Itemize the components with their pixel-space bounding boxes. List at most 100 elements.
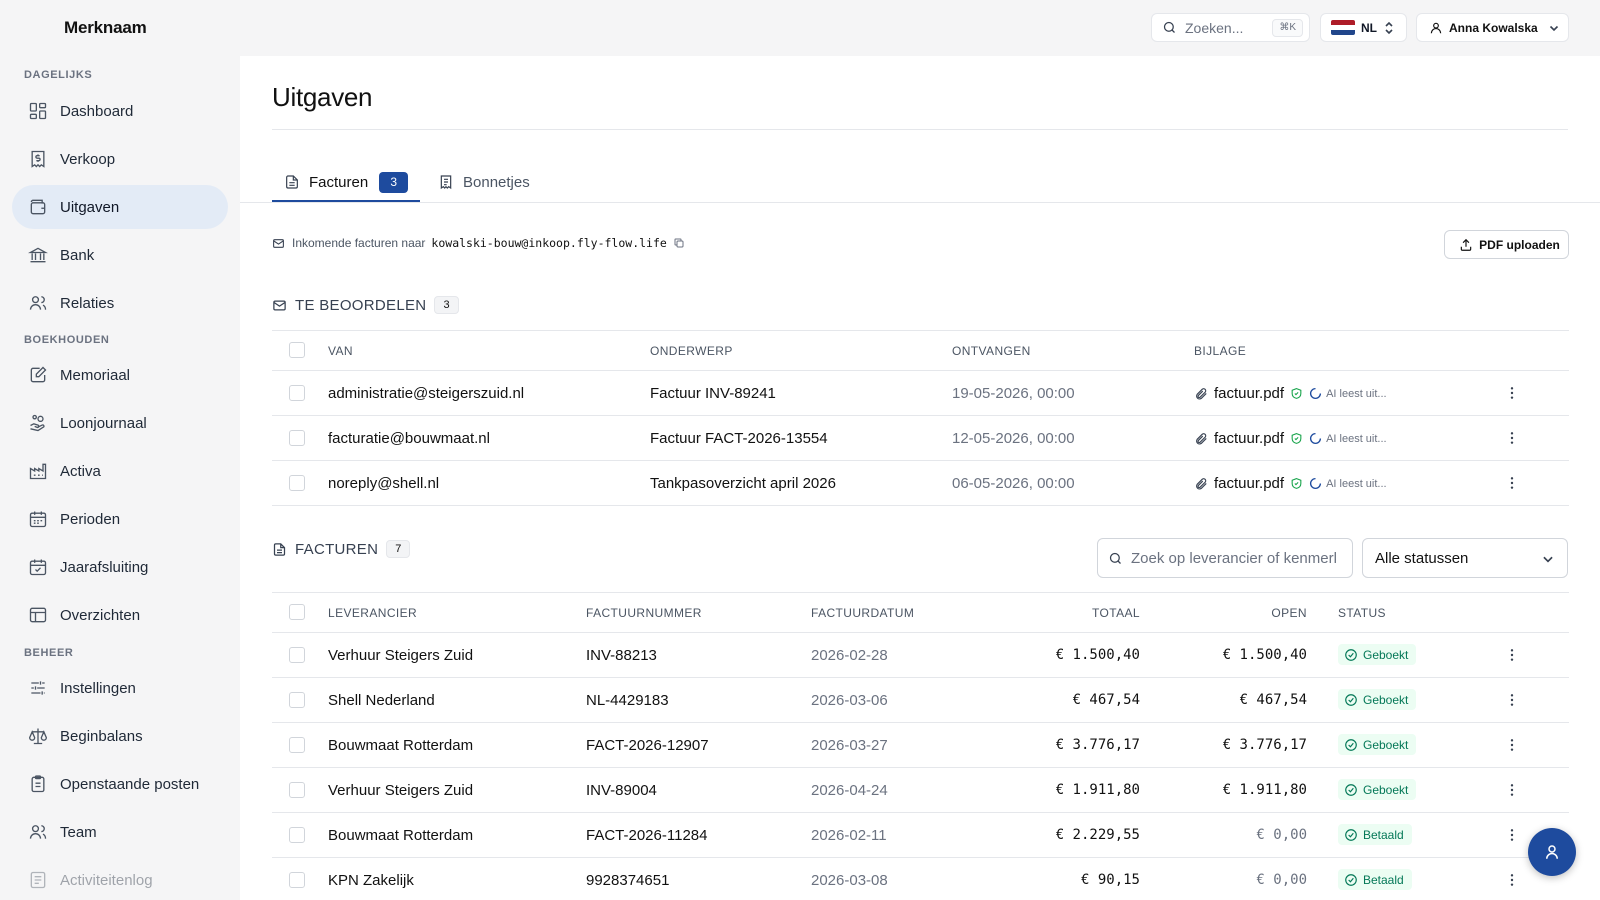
sidebar-item-relaties[interactable]: Relaties — [12, 281, 228, 325]
sidebar-item-label: Instellingen — [60, 679, 136, 697]
row-checkbox[interactable] — [289, 872, 305, 888]
status-label: Geboekt — [1363, 782, 1409, 797]
invoice-search[interactable] — [1097, 538, 1353, 578]
more-vertical-icon[interactable] — [1504, 475, 1520, 491]
table-row[interactable]: Shell Nederland NL-4429183 2026-03-06 € … — [272, 678, 1569, 723]
user-menu[interactable]: Anna Kowalska — [1416, 13, 1569, 42]
status-filter-select[interactable]: Alle statussen — [1362, 538, 1568, 578]
column-header: FACTUURNUMMER — [586, 606, 702, 620]
table-row[interactable]: administratie@steigerszuid.nl Factuur IN… — [272, 371, 1569, 416]
receipt-icon — [28, 149, 48, 169]
receipt-icon — [438, 174, 454, 190]
copy-icon[interactable] — [673, 237, 685, 249]
invoice-open: € 0,00 — [1256, 872, 1307, 888]
invoice-date: 2026-04-24 — [811, 782, 888, 799]
sidebar-item-verkoop[interactable]: Verkoop — [12, 137, 228, 181]
search-icon — [1162, 20, 1177, 35]
sidebar-item-bank[interactable]: Bank — [12, 233, 228, 277]
sidebar-item-team[interactable]: Team — [12, 810, 228, 854]
row-checkbox[interactable] — [289, 782, 305, 798]
sidebar-item-instellingen[interactable]: Instellingen — [12, 666, 228, 710]
more-vertical-icon[interactable] — [1504, 737, 1520, 753]
sidebar: Merknaam DAGELIJKS Dashboard Verkoop Uit… — [0, 0, 240, 900]
more-vertical-icon[interactable] — [1504, 647, 1520, 663]
review-section-title: TE BEOORDELEN — [295, 296, 427, 314]
status-badge: Betaald — [1338, 824, 1412, 845]
table-row[interactable]: noreply@shell.nl Tankpasoverzicht april … — [272, 461, 1569, 506]
attachment[interactable]: factuur.pdf AI leest uit... — [1194, 430, 1387, 447]
invoices-section-header: FACTUREN 7 — [272, 540, 411, 558]
team-icon — [28, 822, 48, 842]
sidebar-item-openstaande-posten[interactable]: Openstaande posten — [12, 762, 228, 806]
select-all-checkbox[interactable] — [289, 342, 305, 358]
sidebar-item-overzichten[interactable]: Overzichten — [12, 593, 228, 637]
table-row[interactable]: Verhuur Steigers Zuid INV-88213 2026-02-… — [272, 633, 1569, 678]
user-name: Anna Kowalska — [1449, 20, 1538, 35]
global-search[interactable]: Zoeken... ⌘K — [1151, 13, 1310, 42]
row-checkbox[interactable] — [289, 475, 305, 491]
tab-facturen[interactable]: Facturen 3 — [284, 162, 409, 202]
invoice-number: FACT-2026-11284 — [586, 827, 708, 844]
inbox-email: kowalski-bouw@inkoop.fly-flow.life — [431, 236, 667, 250]
row-checkbox[interactable] — [289, 430, 305, 446]
page-title: Uitgaven — [272, 82, 373, 112]
sidebar-item-uitgaven[interactable]: Uitgaven — [12, 185, 228, 229]
attachment[interactable]: factuur.pdf AI leest uit... — [1194, 475, 1387, 492]
divider — [272, 129, 1568, 130]
more-vertical-icon[interactable] — [1504, 782, 1520, 798]
check-circle-icon — [1344, 828, 1358, 842]
inbox-label: Inkomende facturen naar — [292, 236, 426, 250]
more-vertical-icon[interactable] — [1504, 385, 1520, 401]
review-section-header: TE BEOORDELEN 3 — [272, 296, 459, 314]
ai-status: AI leest uit... — [1326, 477, 1387, 490]
sidebar-item-activa[interactable]: Activa — [12, 449, 228, 493]
sidebar-item-jaarafsluiting[interactable]: Jaarafsluiting — [12, 545, 228, 589]
attachment[interactable]: factuur.pdf AI leest uit... — [1194, 385, 1387, 402]
paperclip-icon — [1194, 387, 1208, 401]
shield-check-icon — [1290, 477, 1303, 490]
more-vertical-icon[interactable] — [1504, 872, 1520, 888]
review-table: VAN ONDERWERP ONTVANGEN BIJLAGE administ… — [272, 330, 1569, 506]
pdf-upload-button[interactable]: PDF uploaden — [1444, 230, 1569, 259]
sidebar-item-label: Jaarafsluiting — [60, 558, 149, 576]
table-row[interactable]: KPN Zakelijk 9928374651 2026-03-08 € 90,… — [272, 858, 1569, 900]
invoice-open: € 467,54 — [1239, 692, 1307, 708]
row-checkbox[interactable] — [289, 737, 305, 753]
sidebar-item-dashboard[interactable]: Dashboard — [12, 89, 228, 133]
sidebar-item-activiteitenlog[interactable]: Activiteitenlog — [12, 858, 228, 900]
pdf-upload-label: PDF uploaden — [1479, 237, 1560, 252]
table-row[interactable]: facturatie@bouwmaat.nl Factuur FACT-2026… — [272, 416, 1569, 461]
global-search-placeholder: Zoeken... — [1185, 19, 1244, 36]
invoice-open: € 1.911,80 — [1222, 782, 1307, 798]
column-header: VAN — [328, 344, 353, 358]
row-checkbox[interactable] — [289, 647, 305, 663]
sidebar-item-beginbalans[interactable]: Beginbalans — [12, 714, 228, 758]
hand-coins-icon — [28, 413, 48, 433]
sidebar-item-perioden[interactable]: Perioden — [12, 497, 228, 541]
table-row[interactable]: Bouwmaat Rotterdam FACT-2026-12907 2026-… — [272, 723, 1569, 768]
brand-name: Merknaam — [64, 18, 147, 37]
select-all-checkbox[interactable] — [289, 604, 305, 620]
tab-bonnetjes[interactable]: Bonnetjes — [438, 162, 530, 202]
mail-icon — [272, 237, 285, 250]
support-chat-button[interactable] — [1528, 828, 1576, 876]
sliders-icon — [28, 678, 48, 698]
main-content: Uitgaven Facturen 3 Bonnetjes Inkomende … — [240, 56, 1600, 900]
invoice-total: € 3.776,17 — [1055, 737, 1140, 753]
row-checkbox[interactable] — [289, 827, 305, 843]
sidebar-item-loonjournaal[interactable]: Loonjournaal — [12, 401, 228, 445]
table-row[interactable]: Bouwmaat Rotterdam FACT-2026-11284 2026-… — [272, 813, 1569, 858]
row-checkbox[interactable] — [289, 692, 305, 708]
more-vertical-icon[interactable] — [1504, 430, 1520, 446]
invoice-number: INV-89004 — [586, 782, 657, 799]
more-vertical-icon[interactable] — [1504, 827, 1520, 843]
table-row[interactable]: Verhuur Steigers Zuid INV-89004 2026-04-… — [272, 768, 1569, 813]
status-badge: Geboekt — [1338, 779, 1417, 800]
more-vertical-icon[interactable] — [1504, 692, 1520, 708]
row-checkbox[interactable] — [289, 385, 305, 401]
sidebar-item-memoriaal[interactable]: Memoriaal — [12, 353, 228, 397]
sidebar-item-label: Perioden — [60, 510, 121, 528]
invoice-search-input[interactable] — [1131, 549, 1336, 567]
subject: Factuur INV-89241 — [650, 385, 776, 402]
language-select[interactable]: NL — [1320, 13, 1407, 42]
